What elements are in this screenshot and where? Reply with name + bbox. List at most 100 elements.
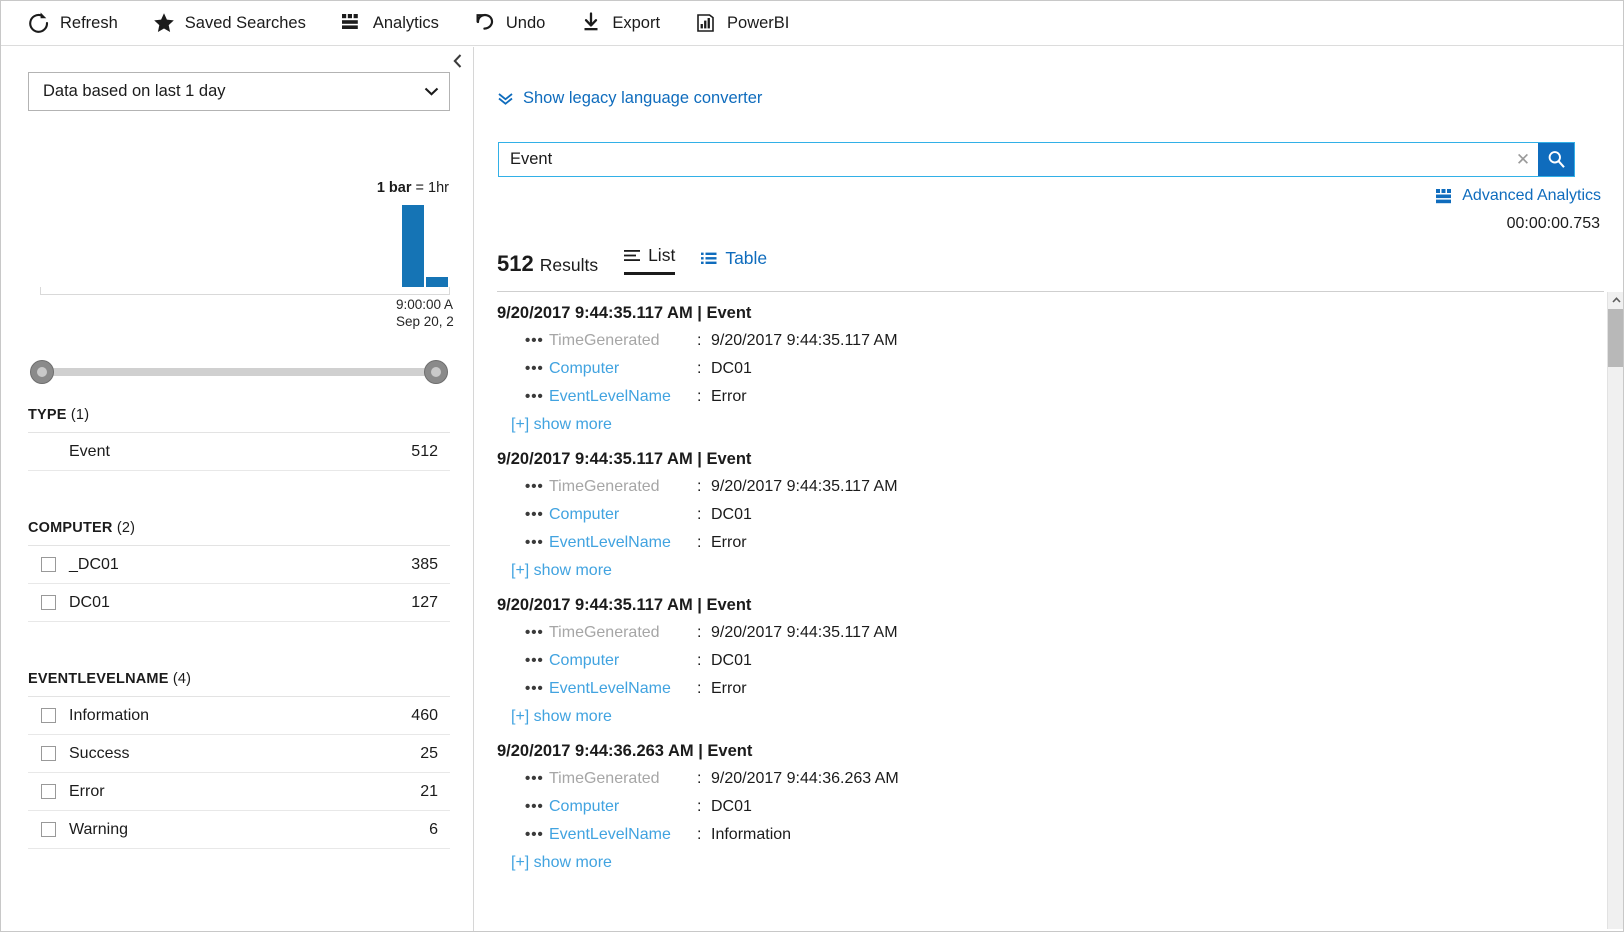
show-legacy-converter-link[interactable]: Show legacy language converter — [497, 89, 762, 108]
facet-row[interactable]: Error 21 — [28, 773, 450, 811]
advanced-analytics-link[interactable]: Advanced Analytics — [1436, 187, 1601, 205]
facet-checkbox[interactable] — [41, 708, 56, 723]
scrollbar-thumb[interactable] — [1608, 309, 1623, 367]
result-header[interactable]: 9/20/2017 9:44:35.117 AM | Event — [497, 596, 1559, 615]
show-legacy-converter-label: Show legacy language converter — [523, 89, 763, 107]
facet-checkbox[interactable] — [41, 557, 56, 572]
result-field-row: ••• Computer: DC01 — [497, 506, 1559, 524]
show-more-link[interactable]: [+] show more — [511, 708, 612, 726]
filters-panel: Data based on last 1 day 1 bar = 1hr 9:0… — [2, 47, 474, 931]
facet-row[interactable]: _DC01 385 — [28, 546, 450, 584]
result-field-key[interactable]: Computer — [549, 506, 697, 524]
show-more-link[interactable]: [+] show more — [511, 854, 612, 872]
slider-handle-start[interactable] — [30, 360, 54, 384]
facet-row[interactable]: Information 460 — [28, 697, 450, 735]
collapse-panel-button[interactable] — [447, 50, 467, 72]
field-menu-icon[interactable]: ••• — [525, 652, 549, 669]
result-field-key[interactable]: EventLevelName — [549, 388, 697, 406]
field-colon: : — [697, 770, 702, 787]
time-range-select[interactable]: Data based on last 1 day — [28, 72, 450, 111]
result-header[interactable]: 9/20/2017 9:44:36.263 AM | Event — [497, 742, 1559, 761]
field-menu-icon[interactable]: ••• — [525, 478, 549, 495]
field-colon: : — [697, 624, 702, 641]
result-header[interactable]: 9/20/2017 9:44:35.117 AM | Event — [497, 450, 1559, 469]
analytics-icon — [1436, 188, 1454, 204]
field-menu-icon[interactable]: ••• — [525, 770, 549, 787]
field-menu-icon[interactable]: ••• — [525, 624, 549, 641]
results-scrollbar[interactable] — [1607, 292, 1623, 929]
facet-group-eventlevelname: EVENTLEVELNAME (4) Information 460 Succe… — [28, 671, 450, 849]
facet-row-count: 21 — [420, 782, 438, 800]
bar-legend-bold: 1 bar — [376, 180, 412, 196]
facet-checkbox[interactable] — [41, 822, 56, 837]
result-header[interactable]: 9/20/2017 9:44:35.117 AM | Event — [497, 304, 1559, 323]
search-input[interactable] — [499, 143, 1508, 176]
refresh-icon — [27, 11, 51, 35]
time-histogram-chart[interactable] — [28, 205, 450, 295]
result-field-row: ••• EventLevelName: Error — [497, 680, 1559, 698]
field-menu-icon[interactable]: ••• — [525, 332, 549, 349]
facet-row[interactable]: Event 512 — [28, 433, 450, 471]
facet-row-label: DC01 — [69, 593, 110, 611]
field-menu-icon[interactable]: ••• — [525, 680, 549, 697]
result-field-row: ••• Computer: DC01 — [497, 360, 1559, 378]
field-menu-icon[interactable]: ••• — [525, 388, 549, 405]
field-menu-icon[interactable]: ••• — [525, 798, 549, 815]
result-field-key[interactable]: EventLevelName — [549, 680, 697, 698]
tab-list[interactable]: List — [624, 245, 676, 276]
star-icon — [152, 11, 176, 35]
toolbar-button-undo[interactable]: Undo — [469, 1, 559, 45]
facet-row-count: 460 — [411, 706, 438, 724]
result-field-row: ••• EventLevelName: Information — [497, 826, 1559, 844]
facet-row-count: 6 — [429, 820, 438, 838]
field-menu-icon[interactable]: ••• — [525, 360, 549, 377]
show-more-link[interactable]: [+] show more — [511, 562, 612, 580]
facet-row-label: Information — [69, 706, 150, 724]
time-range-slider[interactable] — [30, 360, 448, 384]
result-field-key: TimeGenerated — [549, 478, 660, 495]
field-colon: : — [697, 332, 702, 349]
result-field-key[interactable]: EventLevelName — [549, 534, 697, 552]
result-field-key: TimeGenerated — [549, 770, 660, 787]
field-menu-icon[interactable]: ••• — [525, 826, 549, 843]
slider-track[interactable] — [42, 368, 436, 376]
facet-row-count: 512 — [411, 442, 438, 460]
result-field-row: ••• TimeGenerated:9/20/2017 9:44:35.117 A… — [497, 624, 1559, 642]
facet-row-label: Error — [69, 782, 105, 800]
facet-row[interactable]: Success 25 — [28, 735, 450, 773]
search-icon[interactable] — [1538, 143, 1574, 176]
toolbar-button-label: PowerBI — [727, 13, 790, 32]
histogram-bar[interactable] — [426, 277, 448, 287]
results-count: 512 — [497, 251, 534, 277]
result-field-value: DC01 — [711, 360, 752, 377]
facet-checkbox[interactable] — [41, 784, 56, 799]
toolbar-button-label: Export — [612, 13, 661, 32]
result-field-key[interactable]: Computer — [549, 798, 697, 816]
facet-row[interactable]: Warning 6 — [28, 811, 450, 849]
result-field-value: DC01 — [711, 798, 752, 815]
toolbar-button-saved-searches[interactable]: Saved Searches — [148, 1, 320, 45]
chevron-left-icon — [452, 54, 461, 68]
slider-handle-end[interactable] — [424, 360, 448, 384]
tab-table-label: Table — [725, 248, 768, 268]
toolbar-button-refresh[interactable]: Refresh — [23, 1, 132, 45]
facet-checkbox[interactable] — [41, 746, 56, 761]
field-menu-icon[interactable]: ••• — [525, 534, 549, 551]
close-icon[interactable]: ✕ — [1508, 143, 1538, 176]
result-item: 9/20/2017 9:44:35.117 AM | Event ••• TimeG… — [497, 304, 1559, 434]
toolbar-button-analytics[interactable]: Analytics — [336, 1, 453, 45]
result-field-key[interactable]: EventLevelName — [549, 826, 697, 844]
scroll-up-icon[interactable] — [1608, 292, 1623, 308]
toolbar-button-export[interactable]: Export — [575, 1, 674, 45]
tab-table[interactable]: Table — [701, 248, 767, 275]
histogram-bar[interactable] — [402, 205, 424, 287]
facet-row[interactable]: DC01 127 — [28, 584, 450, 622]
result-field-value: 9/20/2017 9:44:36.263 AM — [711, 770, 899, 787]
result-field-key[interactable]: Computer — [549, 652, 697, 670]
field-menu-icon[interactable]: ••• — [525, 506, 549, 523]
toolbar-button-powerbi[interactable]: PowerBI — [690, 1, 803, 45]
query-duration: 00:00:00.753 — [1506, 215, 1600, 232]
facet-checkbox[interactable] — [41, 595, 56, 610]
show-more-link[interactable]: [+] show more — [511, 416, 612, 434]
result-field-key[interactable]: Computer — [549, 360, 697, 378]
